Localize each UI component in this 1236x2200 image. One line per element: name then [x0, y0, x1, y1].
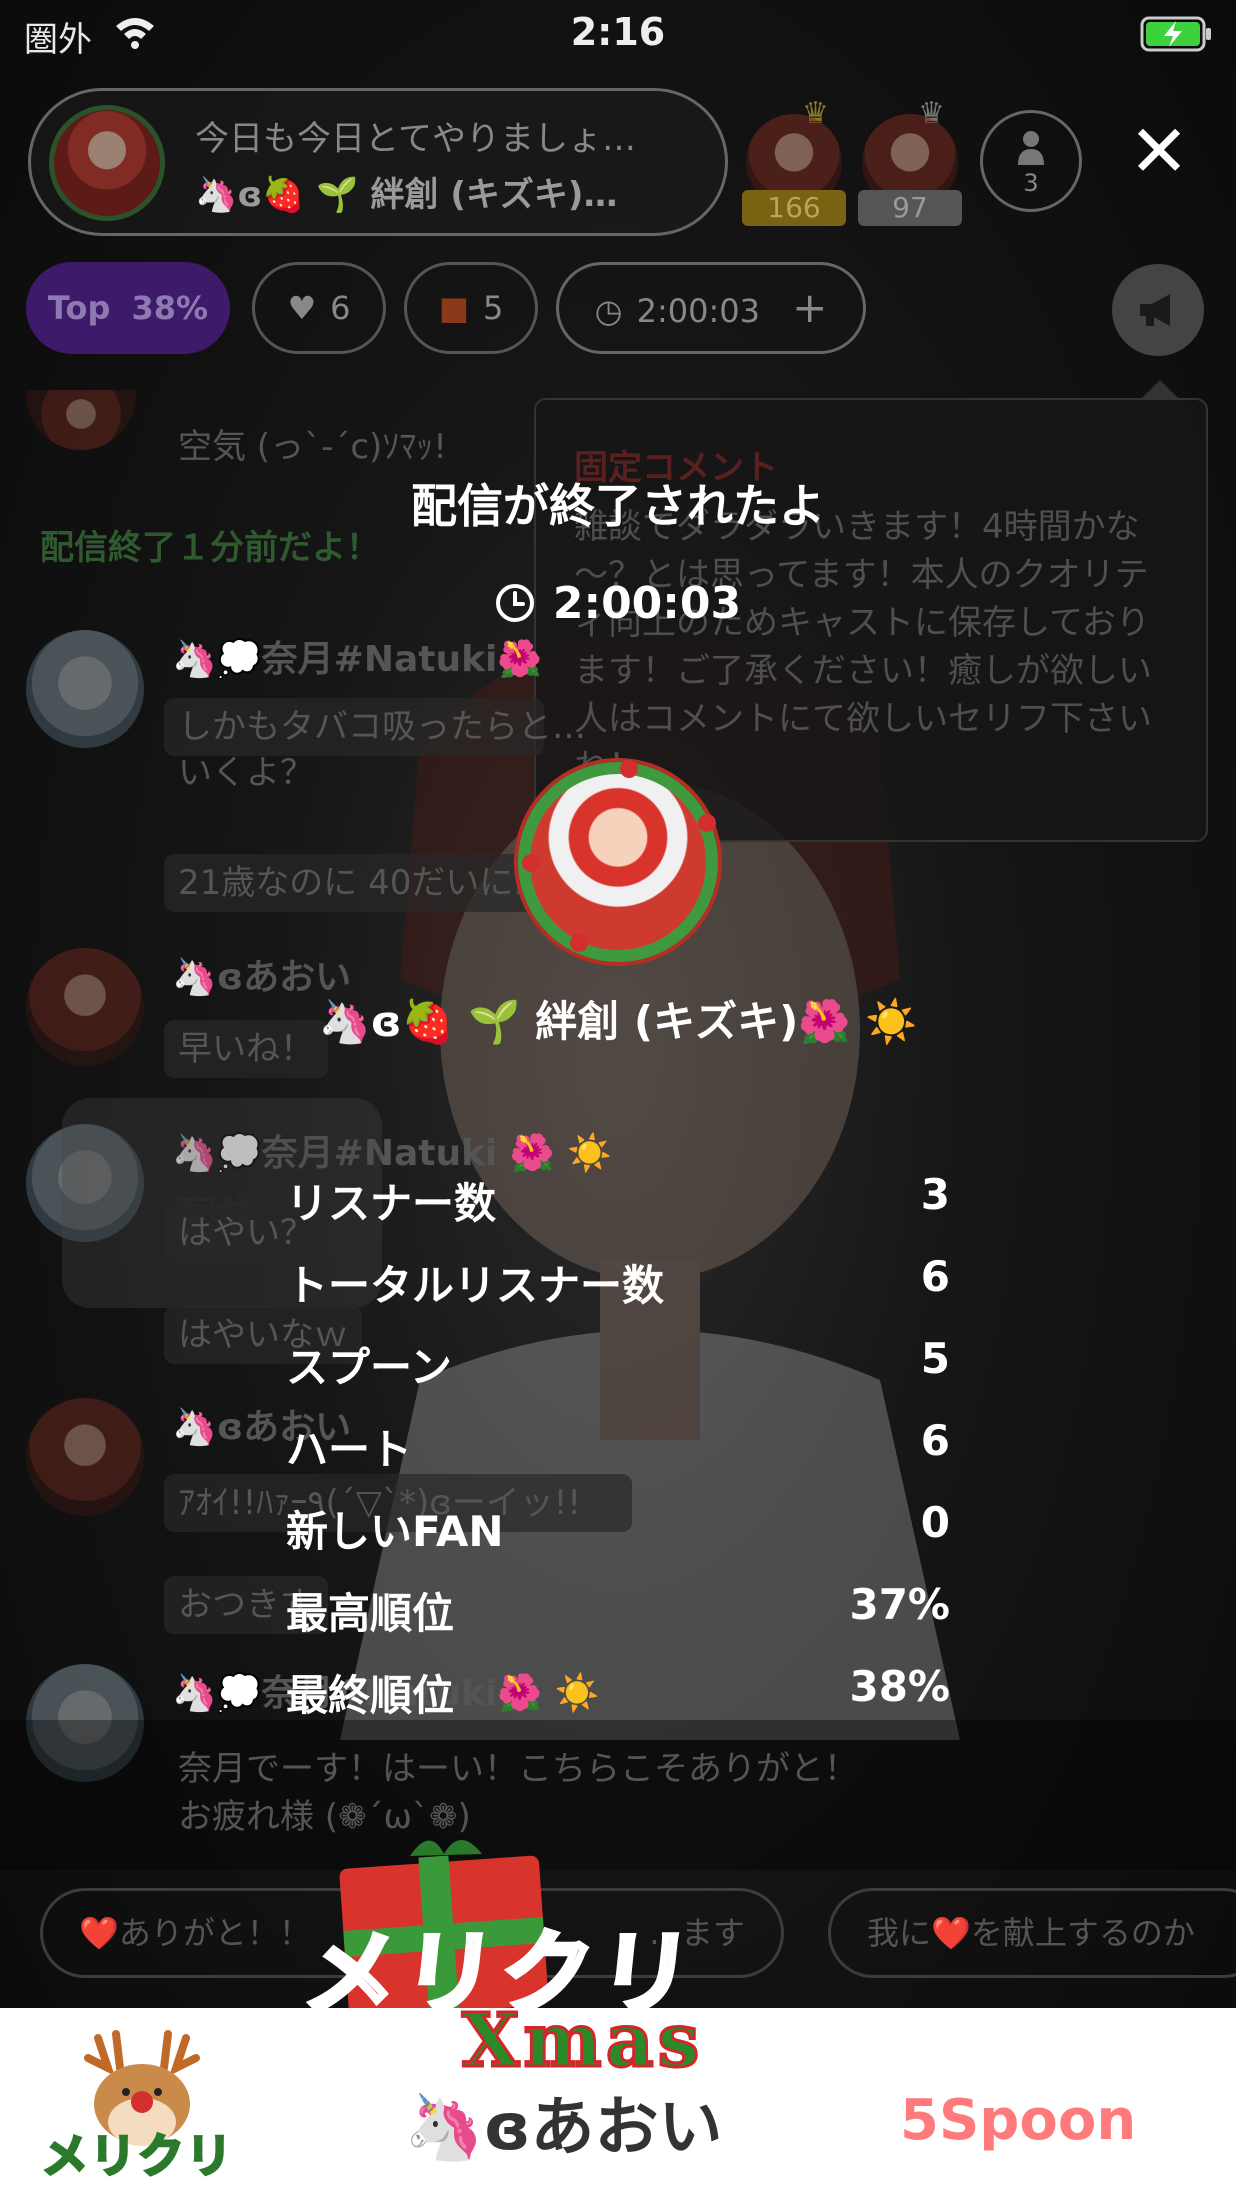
- wreath-berry: [698, 814, 716, 832]
- host-name: 🦄ɞ🍓 🌱 絆創 (キズキ)…: [195, 175, 618, 215]
- rank-percent: 38%: [131, 289, 209, 327]
- wreath-berry: [522, 854, 540, 872]
- stat-value: 3: [920, 1170, 950, 1219]
- hearts-count: 6: [330, 289, 351, 327]
- live-room-screen: 圏外 2:16 今日も今日とてやりましょ… 🦄ɞ🍓 🌱 絆創 (キズキ)… ♛ …: [0, 0, 1236, 2200]
- wreath-berry: [620, 760, 638, 778]
- stat-value: 38%: [849, 1662, 950, 1711]
- quick-reply-label: 我に❤️を献上するのか: [867, 1914, 1195, 1952]
- gifts-count: 5: [482, 289, 504, 327]
- clock-icon: ◷: [594, 292, 623, 330]
- dj-name: 🦄ɞ🍓 🌱 絆創 (キズキ)🌺 ☀️: [318, 997, 918, 1046]
- stat-value: 5: [920, 1334, 950, 1383]
- duration-value: 2:00:03: [552, 578, 742, 629]
- stat-row: リスナー数 3: [286, 1170, 950, 1252]
- heart-icon: ♥: [287, 289, 317, 327]
- spoon-amount: 5Spoon: [900, 2088, 1137, 2153]
- gifts-chip[interactable]: ■ 5: [404, 262, 538, 354]
- rank-chip[interactable]: Top 38%: [26, 262, 230, 354]
- clock-icon: [495, 584, 534, 622]
- host-comment: 今日も今日とてやりましょ…: [195, 119, 636, 159]
- stat-label: 新しいFAN: [286, 1507, 504, 1556]
- broadcast-time-chip[interactable]: ◷ 2:00:03 +: [556, 262, 866, 354]
- message-text: 空気 (っ`-´c)ｿﾏｯ!: [178, 427, 447, 467]
- top-fan-count: 166: [742, 190, 846, 226]
- stat-label: 最終順位: [286, 1671, 455, 1720]
- quick-reply-label: ❤️ありがと！！: [79, 1914, 311, 1952]
- status-bar: 圏外 2:16: [0, 0, 1236, 70]
- stat-label: スプーン: [286, 1343, 452, 1392]
- host-info-pill[interactable]: 今日も今日とてやりましょ… 🦄ɞ🍓 🌱 絆創 (キズキ)…: [28, 88, 728, 236]
- ended-title: 配信が終了されたよ: [411, 479, 825, 533]
- gifter-name: 🦄ɞあおい: [404, 2091, 723, 2165]
- listeners-button[interactable]: 3: [980, 110, 1082, 212]
- megaphone-icon: [1140, 294, 1170, 326]
- stat-label: 最高順位: [286, 1589, 455, 1638]
- host-avatar[interactable]: [49, 105, 165, 221]
- merikuri-logo: メリクリ: [41, 2128, 234, 2185]
- rank-label: Top: [47, 289, 111, 327]
- xmas-title: Xmas: [460, 1997, 704, 2086]
- wreath-berry: [570, 934, 588, 952]
- avatar: [26, 390, 136, 450]
- stat-value: 0: [920, 1498, 950, 1547]
- stat-row: 新しいFAN 0: [286, 1498, 950, 1580]
- hearts-chip[interactable]: ♥ 6: [252, 262, 386, 354]
- stat-value: 37%: [849, 1580, 950, 1629]
- stat-row: ハート 6: [286, 1416, 950, 1498]
- stat-row: 最高順位 37%: [286, 1580, 950, 1662]
- broadcast-time: 2:00:03: [636, 292, 760, 330]
- pinned-pointer: [1140, 380, 1180, 400]
- top-fan-2[interactable]: ♛ 97: [858, 96, 962, 226]
- broadcast-stats: リスナー数 3 トータルリスナー数 6 スプーン 5 ハート 6 新しいFAN …: [286, 1170, 950, 1744]
- clock: 2:16: [570, 10, 666, 54]
- stat-label: トータルリスナー数: [286, 1261, 665, 1310]
- stat-label: ハート: [286, 1425, 413, 1474]
- stat-value: 6: [920, 1416, 950, 1465]
- stat-row: トータルリスナー数 6: [286, 1252, 950, 1334]
- dj-avatar: [518, 760, 718, 962]
- battery-charging-icon: [1140, 16, 1211, 52]
- quick-reply-button[interactable]: 我に❤️を献上するのか: [828, 1888, 1236, 1978]
- extend-time-button[interactable]: +: [792, 283, 827, 332]
- close-button[interactable]: ✕: [1124, 115, 1194, 188]
- top-fan-count: 97: [858, 190, 962, 226]
- stat-row: スプーン 5: [286, 1334, 950, 1416]
- gift-icon: ■: [438, 289, 469, 327]
- announcement-button[interactable]: [1112, 264, 1204, 356]
- top-fan-1[interactable]: ♛ 166: [742, 96, 846, 226]
- broadcast-ended-modal: 配信が終了されたよ 2:00:03 🦄ɞ🍓 🌱 絆創 (キズキ)🌺 ☀️ リスナ…: [0, 470, 1236, 1720]
- person-icon: [1018, 131, 1044, 165]
- stat-row: 最終順位 38%: [286, 1662, 950, 1744]
- stat-value: 6: [920, 1252, 950, 1301]
- listener-count: 3: [1023, 169, 1039, 197]
- xmas-gift-banner: メリクリ Xmas 🦄ɞあおい 5Spoon: [0, 1997, 1236, 2200]
- broadcast-duration: 2:00:03: [0, 578, 1236, 629]
- stat-label: リスナー数: [286, 1179, 497, 1228]
